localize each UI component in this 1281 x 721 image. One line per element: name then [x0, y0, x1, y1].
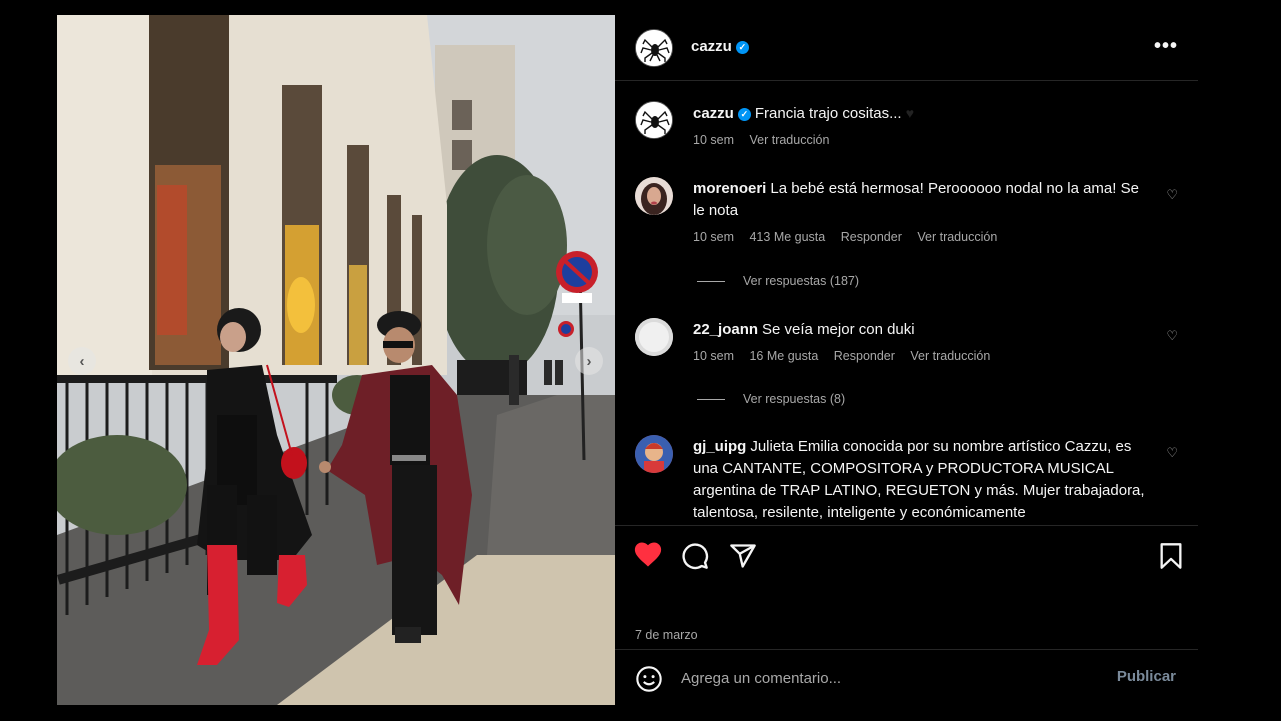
comment-username[interactable]: morenoeri — [693, 180, 766, 197]
translate-button[interactable]: Ver traducción — [917, 230, 997, 244]
bookmark-icon[interactable] — [1159, 542, 1183, 575]
comment-likes-count[interactable]: 16 Me gusta — [749, 349, 818, 363]
publish-button[interactable]: Publicar — [1117, 668, 1176, 685]
replies-divider — [697, 281, 725, 283]
caption-username[interactable]: cazzu — [693, 105, 734, 122]
comment-username[interactable]: 22_joann — [693, 321, 758, 338]
author-avatar[interactable] — [635, 29, 673, 67]
profile-photo — [635, 435, 673, 473]
more-options-icon[interactable]: ••• — [1154, 35, 1178, 58]
comment-text: Julieta Emilia conocida por su nombre ar… — [693, 438, 1145, 521]
share-icon[interactable] — [729, 542, 757, 575]
commenter-avatar[interactable] — [635, 435, 673, 473]
caption-text: Francia trajo cositas... — [754, 105, 902, 122]
add-comment-bar: Publicar — [615, 649, 1198, 705]
view-replies-button[interactable]: Ver respuestas (8) — [697, 392, 845, 406]
default-avatar-icon — [635, 318, 673, 356]
comment-like-heart-icon[interactable]: ♡ — [1166, 445, 1178, 461]
verified-icon: ✓ — [737, 108, 751, 121]
emoji-icon[interactable] — [635, 665, 663, 698]
post-date: 7 de marzo — [635, 628, 698, 642]
commenter-avatar[interactable] — [635, 318, 673, 356]
street-photo-image — [57, 15, 615, 705]
view-replies-label: Ver respuestas (8) — [743, 392, 846, 406]
commenter-avatar[interactable] — [635, 177, 673, 215]
author-avatar-small[interactable] — [635, 101, 673, 139]
comment-text: Se veía mejor con duki — [762, 321, 915, 338]
previous-photo-button[interactable]: ‹ — [68, 347, 96, 375]
replies-divider — [697, 399, 725, 401]
reply-button[interactable]: Responder — [834, 349, 895, 363]
author-username[interactable]: cazzu — [691, 38, 732, 55]
caption-time: 10 sem — [693, 133, 734, 147]
comment-input[interactable] — [681, 666, 1081, 690]
next-photo-button[interactable]: › — [575, 347, 603, 375]
post-detail-panel: cazzu ✓ ••• cazzu ✓ Francia trajo cositas..… — [615, 15, 1198, 705]
comment-time: 10 sem — [693, 230, 734, 244]
comment-like-heart-icon[interactable]: ♡ — [1166, 328, 1178, 344]
profile-photo — [635, 177, 673, 215]
post-header: cazzu ✓ ••• — [615, 15, 1198, 81]
heart-icon[interactable] — [633, 540, 663, 573]
reply-button[interactable]: Responder — [841, 230, 902, 244]
view-replies-label: Ver respuestas (187) — [743, 274, 860, 288]
translate-button[interactable]: Ver traducción — [910, 349, 990, 363]
spider-logo-icon — [636, 102, 672, 138]
comments-list[interactable]: cazzu ✓ Francia trajo cositas... ♥ 10 sem … — [615, 82, 1198, 525]
verified-icon: ✓ — [735, 41, 749, 54]
comment-icon[interactable] — [681, 542, 709, 575]
comment-likes-count[interactable]: 413 Me gusta — [749, 230, 825, 244]
chevron-right-icon: › — [586, 352, 592, 370]
caption-translate-button[interactable]: Ver traducción — [749, 133, 829, 147]
spider-logo-icon — [636, 30, 672, 66]
black-heart-emoji-icon: ♥ — [905, 105, 915, 121]
chevron-left-icon: ‹ — [79, 352, 85, 370]
view-replies-button[interactable]: Ver respuestas (187) — [697, 274, 859, 288]
comment-username[interactable]: gj_uipg — [693, 438, 746, 455]
post-photo[interactable] — [57, 15, 615, 705]
comment-time: 10 sem — [693, 349, 734, 363]
comment-like-heart-icon[interactable]: ♡ — [1166, 187, 1178, 203]
